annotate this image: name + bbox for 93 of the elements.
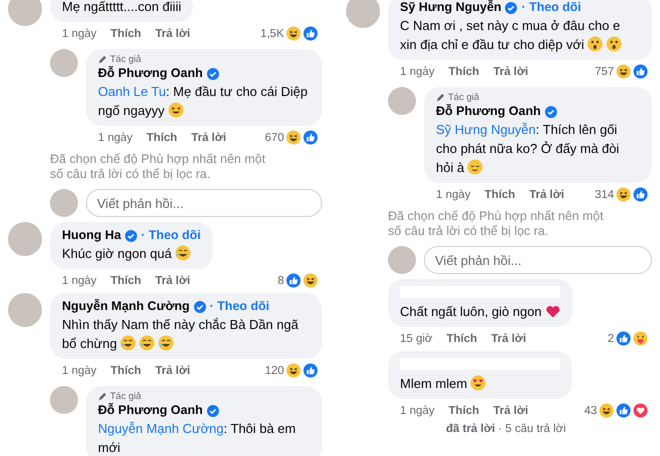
emoji-icon	[174, 245, 191, 261]
like-link[interactable]: Thích	[448, 66, 480, 78]
mention-link[interactable]: Sỹ Hưng Nguyễn	[436, 122, 536, 137]
mention-link[interactable]: Nguyễn Mạnh Cường	[98, 421, 224, 436]
haha-reaction-icon	[286, 26, 301, 41]
like-reaction-icon	[616, 403, 631, 418]
like-link[interactable]: Thích	[110, 364, 142, 376]
follow-link[interactable]: · Theo dõi	[521, 0, 582, 16]
reaction-count: 314	[594, 188, 614, 200]
haha-reaction-icon	[616, 187, 631, 202]
mention-link[interactable]: Oanh Le Tu	[98, 84, 166, 99]
emoji-icon	[467, 159, 484, 175]
comment-time: 1 ngày	[62, 364, 97, 376]
pencil-icon	[436, 93, 445, 102]
comment-time: 1 ngày	[62, 28, 97, 40]
author-label: Tác giả	[110, 54, 142, 65]
like-reaction-icon	[303, 26, 318, 41]
reply-link[interactable]: Trả lời	[155, 28, 190, 40]
love-reaction-icon	[633, 403, 648, 418]
avatar	[388, 246, 416, 274]
reaction-count: 670	[264, 132, 284, 144]
reply-link[interactable]: Trả lời	[491, 332, 526, 344]
emoji-icon	[138, 335, 155, 351]
heart-icon	[544, 303, 561, 319]
commenter-name[interactable]: Đỗ Phương Oanh	[98, 65, 203, 82]
commenter-name[interactable]: Nguyễn Mạnh Cường	[62, 298, 190, 315]
emoji-icon	[470, 375, 486, 391]
haha-reaction-icon	[286, 363, 301, 378]
like-reaction-icon	[303, 130, 318, 145]
filter-note: Đã chọn chế độ Phù hợp nhất nên một số câu trả lời có thể bị lọc ra.	[388, 209, 604, 239]
like-reaction-icon	[633, 187, 648, 202]
care-reaction-icon	[633, 331, 648, 346]
comment-text: Mẹ ngấttttt....con điiii	[62, 0, 182, 16]
like-reaction-icon	[286, 273, 301, 288]
commenter-name[interactable]: Sỹ Hưng Nguyễn	[400, 0, 502, 16]
author-label: Tác giả	[448, 92, 480, 103]
commenter-name[interactable]: Đỗ Phương Oanh	[436, 103, 541, 120]
avatar	[50, 189, 78, 217]
haha-reaction-icon	[599, 403, 614, 418]
comment-text: Chất ngất luôn, giò ngon	[400, 302, 561, 321]
like-link[interactable]: Thích	[484, 188, 516, 200]
reply-link[interactable]: Trả lời	[529, 188, 564, 200]
follow-link[interactable]: · Theo dõi	[141, 227, 201, 244]
comment-text: Nguyễn Mạnh Cường: Thôi bà em mới	[98, 420, 297, 456]
reply-link[interactable]: Trả lời	[493, 66, 528, 78]
haha-reaction-icon	[286, 130, 301, 145]
like-reaction-icon	[303, 363, 318, 378]
more-replies-link[interactable]: đã trả lời · 5 câu trả lời	[446, 423, 652, 435]
comment-time: 1 ngày	[98, 132, 133, 144]
comment-text: Khúc giờ ngon quá	[62, 244, 201, 263]
like-link[interactable]: Thích	[446, 332, 478, 344]
comment-text: Mlem mlem	[400, 374, 560, 393]
emoji-icon	[120, 335, 136, 351]
reply-link[interactable]: Trả lời	[493, 404, 528, 416]
like-link[interactable]: Thích	[110, 274, 142, 286]
commenter-name[interactable]: Huong Ha	[62, 227, 122, 244]
like-reaction-icon	[616, 331, 631, 346]
emoji-icon	[158, 335, 174, 351]
reply-input-field[interactable]: Viết phản hồi...	[424, 246, 652, 274]
comment-text: Sỹ Hưng Nguyễn: Thích lên gối cho phát nữa ko? Ở đấy mà đòi hỏi à	[436, 121, 620, 177]
comment-time: 1 ngày	[400, 66, 435, 78]
reply-link[interactable]: Trả lời	[155, 364, 190, 376]
comment-time: 1 ngày	[62, 274, 97, 286]
reply-link[interactable]: Trả lời	[155, 274, 190, 286]
haha-reaction-icon	[616, 64, 631, 79]
author-label: Tác giả	[110, 391, 142, 402]
comment-time: 1 ngày	[436, 188, 471, 200]
reaction-count: 1,5K	[260, 28, 284, 40]
comment-time: 1 ngày	[400, 404, 435, 416]
like-reaction-icon	[633, 64, 648, 79]
like-link[interactable]: Thích	[448, 404, 480, 416]
follow-link[interactable]: · Theo dõi	[210, 298, 270, 315]
emoji-icon	[587, 36, 604, 52]
emoji-icon	[168, 102, 184, 118]
pencil-icon	[98, 392, 107, 401]
haha-reaction-icon	[303, 273, 318, 288]
reply-input-field[interactable]: Viết phản hồi...	[86, 189, 322, 217]
reaction-count: 120	[264, 364, 284, 376]
reply-link[interactable]: Trả lời	[191, 132, 226, 144]
comment-text: Oanh Le Tu: Mẹ đầu tư cho cái Diệp ngố ngayyy	[98, 83, 309, 120]
reaction-count: 8	[278, 274, 284, 286]
reaction-count: 757	[594, 66, 614, 78]
like-link[interactable]: Thích	[146, 132, 178, 144]
comment-text: Nhìn thấy Nam thế này chắc Bà Dần ngã bổ chừng	[62, 316, 300, 353]
commenter-name[interactable]: Đỗ Phương Oanh	[98, 402, 203, 419]
pencil-icon	[98, 55, 107, 64]
comment-time: 15 giờ	[400, 332, 432, 344]
reaction-count: 43	[584, 404, 597, 416]
like-link[interactable]: Thích	[110, 28, 142, 40]
emoji-icon	[606, 36, 622, 52]
reaction-count: 2	[608, 332, 614, 344]
comment-text: C Nam ơi , set này c mua ở đâu cho e xin địa chỉ e đầu tư cho diệp với	[400, 17, 624, 54]
filter-note: Đã chọn chế độ Phù hợp nhất nên một số câu trả lời có thể bị lọc ra.	[50, 152, 266, 182]
